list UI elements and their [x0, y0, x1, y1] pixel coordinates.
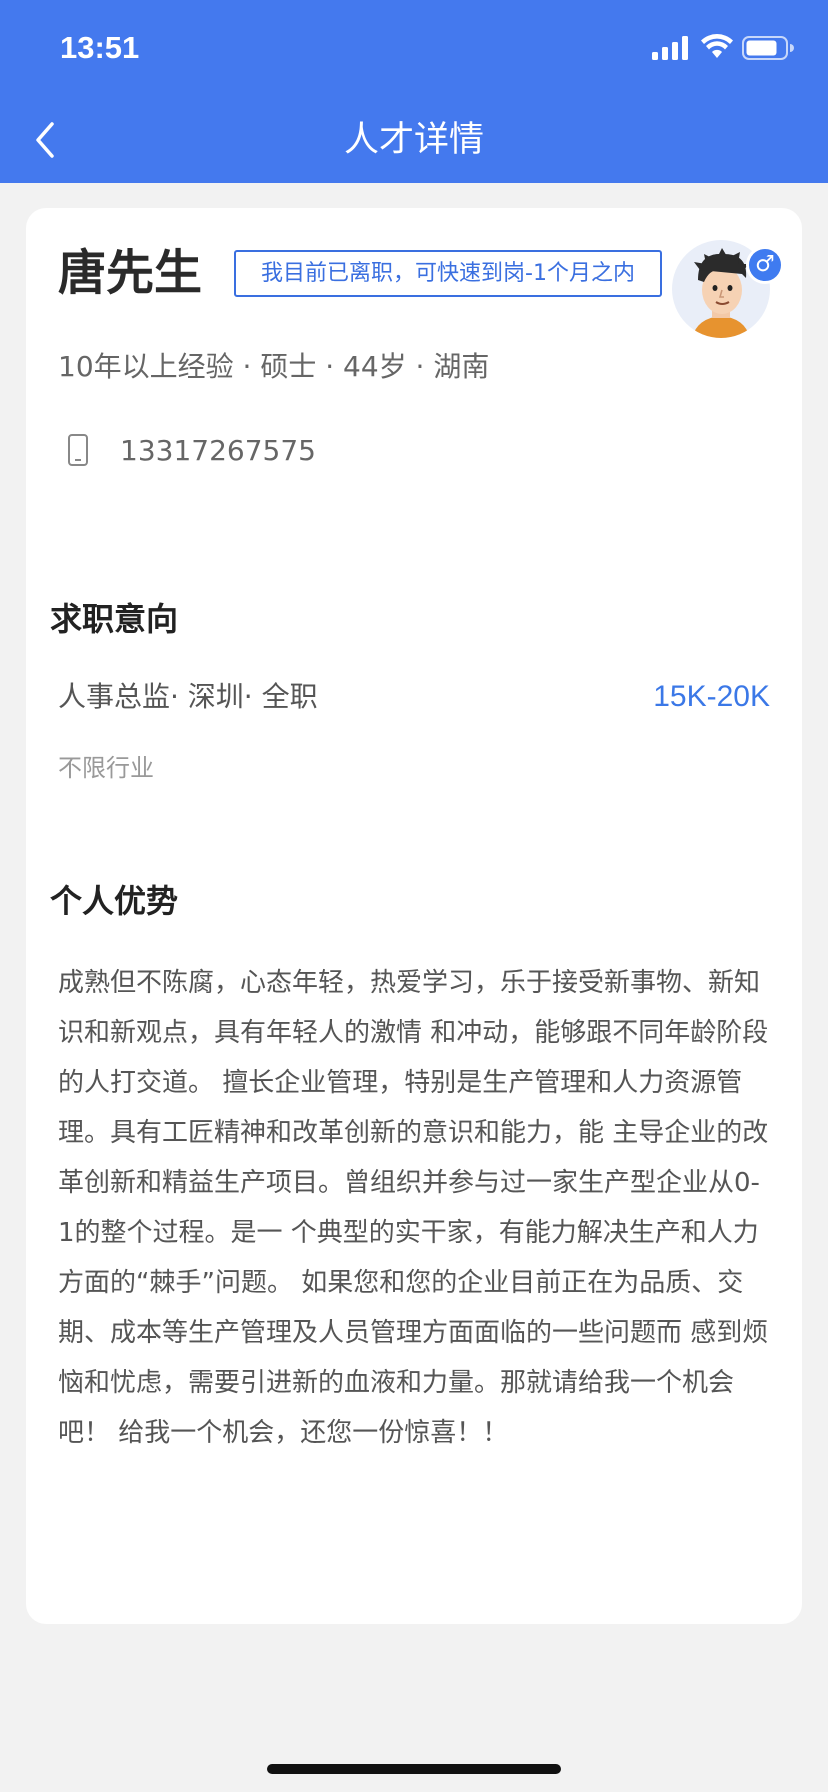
status-time: 13:51 [60, 30, 140, 65]
app-header: 13:51 人才详情 [0, 0, 828, 183]
cellular-signal-icon [652, 36, 688, 60]
candidate-name: 唐先生 [58, 245, 203, 301]
mobile-phone-icon [68, 434, 88, 466]
phone-number[interactable]: 13317267575 [120, 434, 316, 467]
advantage-title: 个人优势 [50, 882, 179, 920]
talent-detail-card: 唐先生 我目前已离职，可快速到岗-1个月之内 ♂ 10年以上经验 · 硕士 · … [26, 208, 802, 1624]
phone-row[interactable]: 13317267575 [64, 428, 316, 472]
availability-tag: 我目前已离职，可快速到岗-1个月之内 [234, 250, 662, 297]
page-title: 人才详情 [343, 120, 484, 160]
battery-icon [742, 36, 794, 60]
wifi-icon [701, 34, 733, 58]
male-gender-icon: ♂ [746, 246, 784, 284]
home-indicator[interactable] [267, 1764, 561, 1774]
industry-preference: 不限行业 [58, 754, 154, 782]
job-intent-position: 人事总监· 深圳· 全职 [58, 680, 318, 713]
candidate-meta: 10年以上经验 · 硕士 · 44岁 · 湖南 [58, 350, 490, 383]
job-intent-title: 求职意向 [50, 600, 179, 638]
salary-range: 15K-20K [653, 680, 770, 713]
advantage-text: 成熟但不陈腐，心态年轻，热爱学习，乐于接受新事物、新知识和新观点，具有年轻人的激… [58, 968, 769, 1448]
